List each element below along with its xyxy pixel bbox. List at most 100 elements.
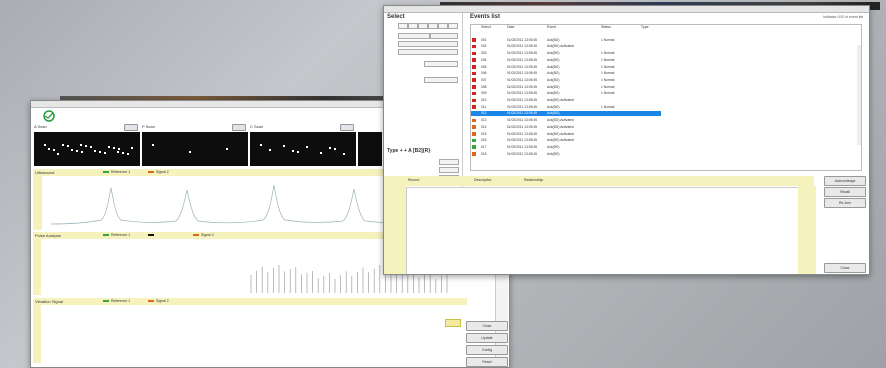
scan-tile-a[interactable] (34, 132, 140, 166)
table-cell: 01/02/2011 13:05:45 (507, 118, 538, 123)
table-row[interactable]: 004 01/02/2011 13:05:45 Ack(BO) 1 Normal (471, 58, 731, 63)
table-cell: 002 (481, 44, 487, 49)
update-button[interactable]: Update (466, 333, 508, 343)
column-header[interactable]: Status (601, 25, 611, 30)
events-table: Select Date Event Status Type 001 01/02/2… (470, 24, 862, 171)
pid-field[interactable] (439, 159, 459, 165)
severity-indicator (472, 44, 476, 49)
table-cell: 01/02/2011 13:05:45 (507, 71, 538, 76)
table-row[interactable]: 012 01/02/2011 13:05:45 Ack(BO) (471, 111, 661, 116)
table-row[interactable]: 007 01/02/2011 13:05:45 Ack(BO) 1 Normal (471, 78, 731, 83)
table-cell: Ack(BO) Activated (547, 118, 574, 123)
close-button[interactable]: Close (824, 263, 866, 273)
table-row[interactable]: 016 01/02/2011 13:05:45 Ack(BO) Activated (471, 138, 731, 143)
tile-options-button[interactable] (340, 124, 354, 131)
scan-speck (260, 144, 262, 146)
filter-field[interactable] (398, 41, 458, 47)
column-header[interactable]: Select (481, 25, 491, 30)
plot-vibration[interactable] (33, 305, 465, 363)
scan-speck (57, 153, 59, 155)
table-cell: 01/02/2011 13:05:45 (507, 57, 538, 62)
app-logo-icon (43, 110, 55, 122)
close-button[interactable]: Close (466, 321, 508, 331)
table-cell: 1 Normal (601, 64, 615, 69)
window-titlebar[interactable] (384, 6, 869, 13)
tile-header-a-scan: A Scan (34, 123, 140, 131)
filter-check[interactable] (448, 23, 458, 29)
panel-title: Ultrasound (35, 170, 55, 175)
table-cell: Ack(BO) (547, 151, 560, 156)
scan-speck (53, 149, 55, 151)
severity-indicator (472, 145, 476, 149)
table-row[interactable]: 006 01/02/2011 13:05:45 Ack(BO) 1 Normal (471, 71, 731, 76)
acknowledge-button[interactable]: Acknowledge (824, 176, 866, 186)
filter-check[interactable] (418, 23, 428, 29)
table-cell: Ack(BO) (547, 57, 560, 62)
filter-check[interactable] (408, 23, 418, 29)
panel-title: Pulse Analysis (35, 233, 61, 238)
reset-button[interactable]: Reset (466, 357, 508, 367)
table-cell: Ack(BO) (547, 51, 560, 56)
pid-title: Type + + A [B2]{R} (387, 148, 431, 154)
table-row[interactable]: 017 01/02/2011 13:05:45 Ack(BO) (471, 145, 731, 150)
scan-speck (113, 147, 115, 149)
severity-indicator (472, 38, 476, 42)
filter-field[interactable] (398, 49, 458, 55)
filter-field[interactable] (398, 33, 430, 39)
table-row[interactable]: 009 01/02/2011 13:05:45 Ack(BO) 1 Normal (471, 91, 731, 96)
table-cell: Ack(BO) (547, 84, 560, 89)
table-cell: 1 Normal (601, 37, 615, 42)
scan-speck (62, 144, 64, 146)
table-cell: 015 (481, 131, 487, 136)
filter-check[interactable] (398, 23, 408, 29)
table-row[interactable]: 005 01/02/2011 13:05:45 Ack(BO) 1 Normal (471, 65, 731, 70)
config-button[interactable]: Config (466, 345, 508, 355)
severity-indicator (472, 111, 476, 116)
column-header[interactable]: Event (547, 25, 556, 30)
tile-options-button[interactable] (232, 124, 246, 131)
table-cell: 003 (481, 51, 487, 56)
detail-column: Record (408, 178, 420, 182)
table-row[interactable]: 011 01/02/2011 13:05:45 Ack(BO) 1 Normal (471, 105, 731, 110)
table-row[interactable] (471, 31, 731, 36)
tile-options-button[interactable] (124, 124, 138, 131)
pid-field[interactable] (439, 167, 459, 173)
table-row[interactable]: 015 01/02/2011 13:05:45 Ack(BO) Activated (471, 132, 731, 137)
table-cell: 01/02/2011 13:05:45 (507, 151, 538, 156)
severity-indicator (472, 98, 476, 102)
scan-tile-d[interactable] (358, 132, 382, 166)
scan-speck (108, 146, 110, 148)
scan-tile-p[interactable] (142, 132, 248, 166)
table-row[interactable]: 001 01/02/2011 13:05:45 Ack(BO) 1 Normal (471, 38, 731, 43)
scan-speck (81, 151, 83, 153)
filter-field[interactable] (424, 77, 458, 83)
table-row[interactable]: 002 01/02/2011 13:05:45 Ack(BO) Activated (471, 44, 731, 49)
table-row[interactable]: 003 01/02/2011 13:05:45 Ack(BO) 1 Normal (471, 51, 731, 56)
column-header[interactable]: Date (507, 25, 514, 30)
table-row[interactable]: 014 01/02/2011 13:05:45 Ack(BO) Activated (471, 125, 731, 130)
table-scrollbar[interactable] (857, 45, 861, 145)
recall-button[interactable]: Recall (824, 187, 866, 197)
filter-field[interactable] (430, 33, 458, 39)
table-cell: 01/02/2011 13:05:45 (507, 51, 538, 56)
detail-gutter-left (384, 186, 406, 274)
filter-check[interactable] (428, 23, 438, 29)
table-cell: 1 Normal (601, 104, 615, 109)
rearm-button[interactable]: Re-Arm (824, 198, 866, 208)
filter-field[interactable] (424, 61, 458, 67)
column-header[interactable]: Type (641, 25, 649, 30)
table-row[interactable]: 018 01/02/2011 13:05:45 Ack(BO) (471, 152, 731, 157)
table-cell: 01/02/2011 13:05:45 (507, 37, 538, 42)
table-row[interactable]: 008 01/02/2011 13:05:45 Ack(BO) 1 Normal (471, 85, 731, 90)
scan-speck (283, 145, 285, 147)
table-row[interactable]: 013 01/02/2011 13:05:45 Ack(BO) Activated (471, 118, 731, 123)
scan-tile-c[interactable] (250, 132, 356, 166)
scan-speck (76, 150, 78, 152)
table-row[interactable]: 010 01/02/2011 13:05:45 Ack(BO) Activated (471, 98, 731, 103)
table-cell: Ack(BO) Activated (547, 44, 574, 49)
detail-area[interactable] (406, 187, 808, 274)
table-cell: 1 Normal (601, 71, 615, 76)
filter-check[interactable] (438, 23, 448, 29)
plot-marker[interactable] (445, 319, 461, 327)
scan-speck (67, 145, 69, 147)
